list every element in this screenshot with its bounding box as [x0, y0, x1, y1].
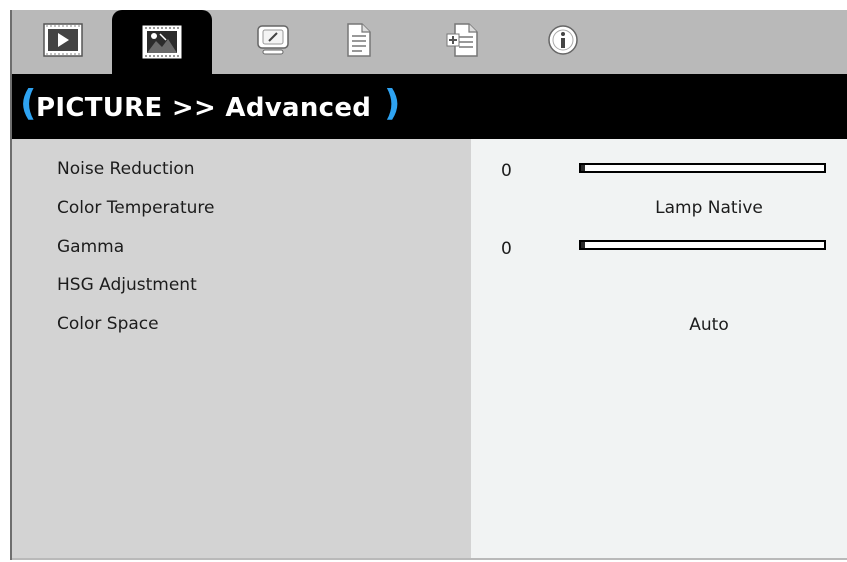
- display-icon: [255, 24, 291, 56]
- document-icon: [344, 22, 374, 58]
- document-plus-icon: [445, 22, 481, 58]
- menu-item-gamma[interactable]: Gamma: [57, 237, 124, 257]
- color-temperature-value[interactable]: Lamp Native: [579, 198, 839, 218]
- header-open-paren: (: [20, 83, 37, 124]
- tab-info[interactable]: [534, 16, 592, 64]
- page-title: PICTURE >> Advanced: [36, 93, 372, 123]
- gamma-slider[interactable]: [579, 240, 826, 250]
- header-close-paren: ): [384, 83, 401, 124]
- gamma-value: 0: [501, 239, 512, 259]
- menu-item-color-space[interactable]: Color Space: [57, 314, 159, 334]
- menu-item-hsg-adjustment[interactable]: HSG Adjustment: [57, 275, 197, 295]
- tab-image[interactable]: [34, 16, 92, 64]
- tab-setup[interactable]: [330, 16, 388, 64]
- page-header: ( PICTURE >> Advanced ): [12, 74, 847, 139]
- noise-reduction-value: 0: [501, 161, 512, 181]
- tab-display[interactable]: [244, 16, 302, 64]
- noise-reduction-slider-fill: [581, 165, 585, 171]
- tab-options[interactable]: [434, 16, 492, 64]
- info-icon: [546, 23, 580, 57]
- menu-value-panel: 0 Lamp Native 0 Auto: [471, 139, 847, 558]
- osd-menu: ( PICTURE >> Advanced ) Noise Reduction …: [10, 10, 847, 560]
- menu-item-color-temperature[interactable]: Color Temperature: [57, 198, 214, 218]
- menu-item-noise-reduction[interactable]: Noise Reduction: [57, 159, 195, 179]
- play-screen-icon: [43, 23, 83, 57]
- menu-label-panel: Noise Reduction Color Temperature Gamma …: [12, 139, 471, 558]
- picture-icon: [142, 25, 182, 59]
- color-space-value[interactable]: Auto: [579, 315, 839, 335]
- gamma-slider-fill: [581, 242, 585, 248]
- tab-bar: [12, 10, 847, 74]
- tab-picture[interactable]: [112, 10, 212, 74]
- noise-reduction-slider[interactable]: [579, 163, 826, 173]
